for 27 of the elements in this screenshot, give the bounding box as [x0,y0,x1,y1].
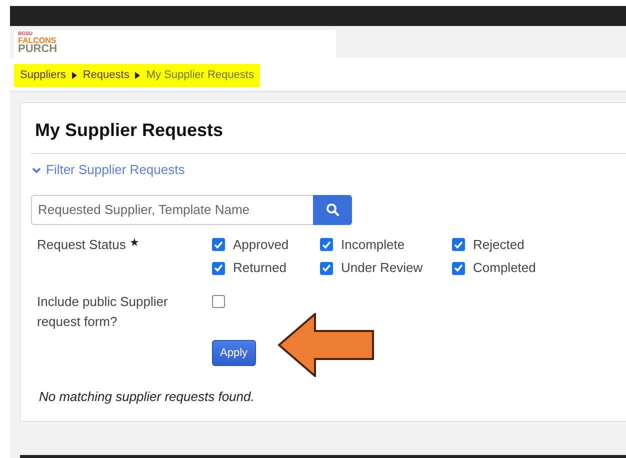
separator-icon [72,72,77,79]
checkbox[interactable] [212,238,225,251]
checkbox[interactable] [212,294,225,308]
apply-button[interactable]: Apply [212,340,256,366]
checkbox-label: Rejected [473,236,524,254]
checkbox[interactable] [212,262,225,274]
search-button[interactable] [313,194,352,225]
filter-toggle-link[interactable]: Filter Supplier Requests [32,160,185,180]
page-title: My Supplier Requests [35,118,224,142]
search-icon [326,203,339,216]
checkbox-label: Approved [233,236,289,254]
checkbox-label: Under Review [341,259,423,278]
checkbox[interactable] [452,238,465,251]
field-label: Request Status ★ [37,236,140,254]
breadcrumb-link[interactable]: Requests [82,67,130,84]
separator-icon [135,72,140,79]
breadcrumb-current: My Supplier Requests [146,68,254,83]
checkbox[interactable] [452,262,465,274]
checkbox-label: Incomplete [341,236,405,254]
checkbox-label: Returned [233,259,286,278]
breadcrumb-link[interactable]: Suppliers [20,67,66,84]
checkbox-label: Completed [473,259,536,278]
chevron-icon [32,166,41,174]
empty-message: No matching supplier requests found. [39,388,256,406]
checkbox[interactable] [320,238,333,251]
field-label: Include public Supplier request form? [37,292,169,331]
checkbox[interactable] [320,262,333,274]
